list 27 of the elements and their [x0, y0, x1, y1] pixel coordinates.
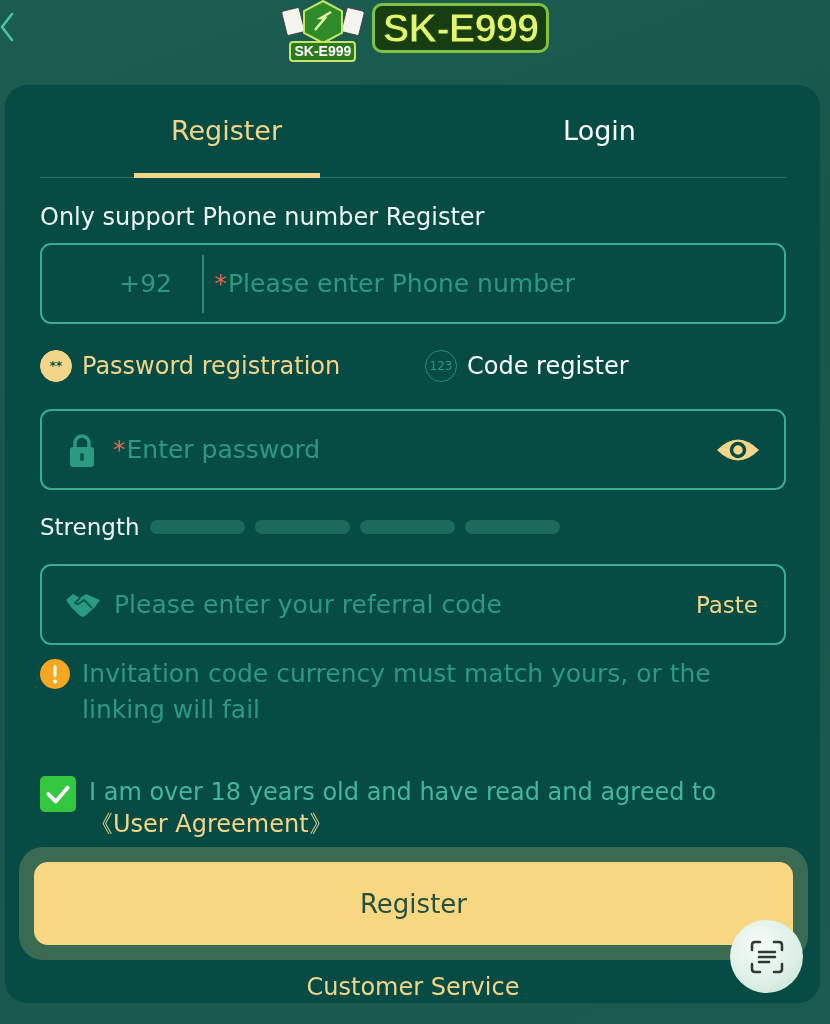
tab[interactable]: Login — [506, 85, 693, 178]
register-button[interactable]: Register — [34, 862, 793, 945]
referral-code-field[interactable]: Please enter your referral code Paste — [40, 564, 786, 645]
back-icon[interactable] — [0, 12, 14, 42]
mode-badge: ** — [40, 350, 72, 382]
password-input[interactable]: Enter password — [126, 435, 716, 464]
agreement-text: I am over 18 years old and have read and agreed to 《User Agreement》 — [89, 777, 718, 840]
agree-checkbox[interactable] — [40, 776, 76, 812]
register-mode-option[interactable]: 123 Code register — [425, 348, 629, 384]
tab[interactable]: Register — [133, 85, 320, 178]
scan-text-icon — [748, 938, 785, 975]
phone-register-note: Only support Phone number Register — [40, 202, 486, 232]
paste-button[interactable]: Paste — [695, 591, 758, 618]
strength-label: Strength — [40, 514, 140, 540]
logo-wordmark: SK-E999 — [371, 3, 550, 53]
lock-icon — [68, 432, 96, 467]
notice-text: Invitation code currency must match yours, or the linking will fail — [82, 658, 712, 726]
referral-code-input[interactable]: Please enter your referral code — [114, 590, 683, 619]
customer-service-link[interactable]: Customer Service — [306, 972, 520, 1002]
required-asterisk: * — [113, 435, 126, 464]
phone-number-input[interactable]: Please enter Phone number — [228, 269, 784, 298]
required-asterisk: * — [214, 269, 227, 298]
register-mode-option[interactable]: ** Password registration — [40, 348, 341, 384]
user-agreement-link[interactable]: 《User Agreement》 — [89, 810, 333, 838]
logo-badge-label: SK-E999 — [289, 41, 357, 62]
warning-icon — [40, 659, 70, 689]
logo-emblem-icon — [278, 0, 367, 44]
